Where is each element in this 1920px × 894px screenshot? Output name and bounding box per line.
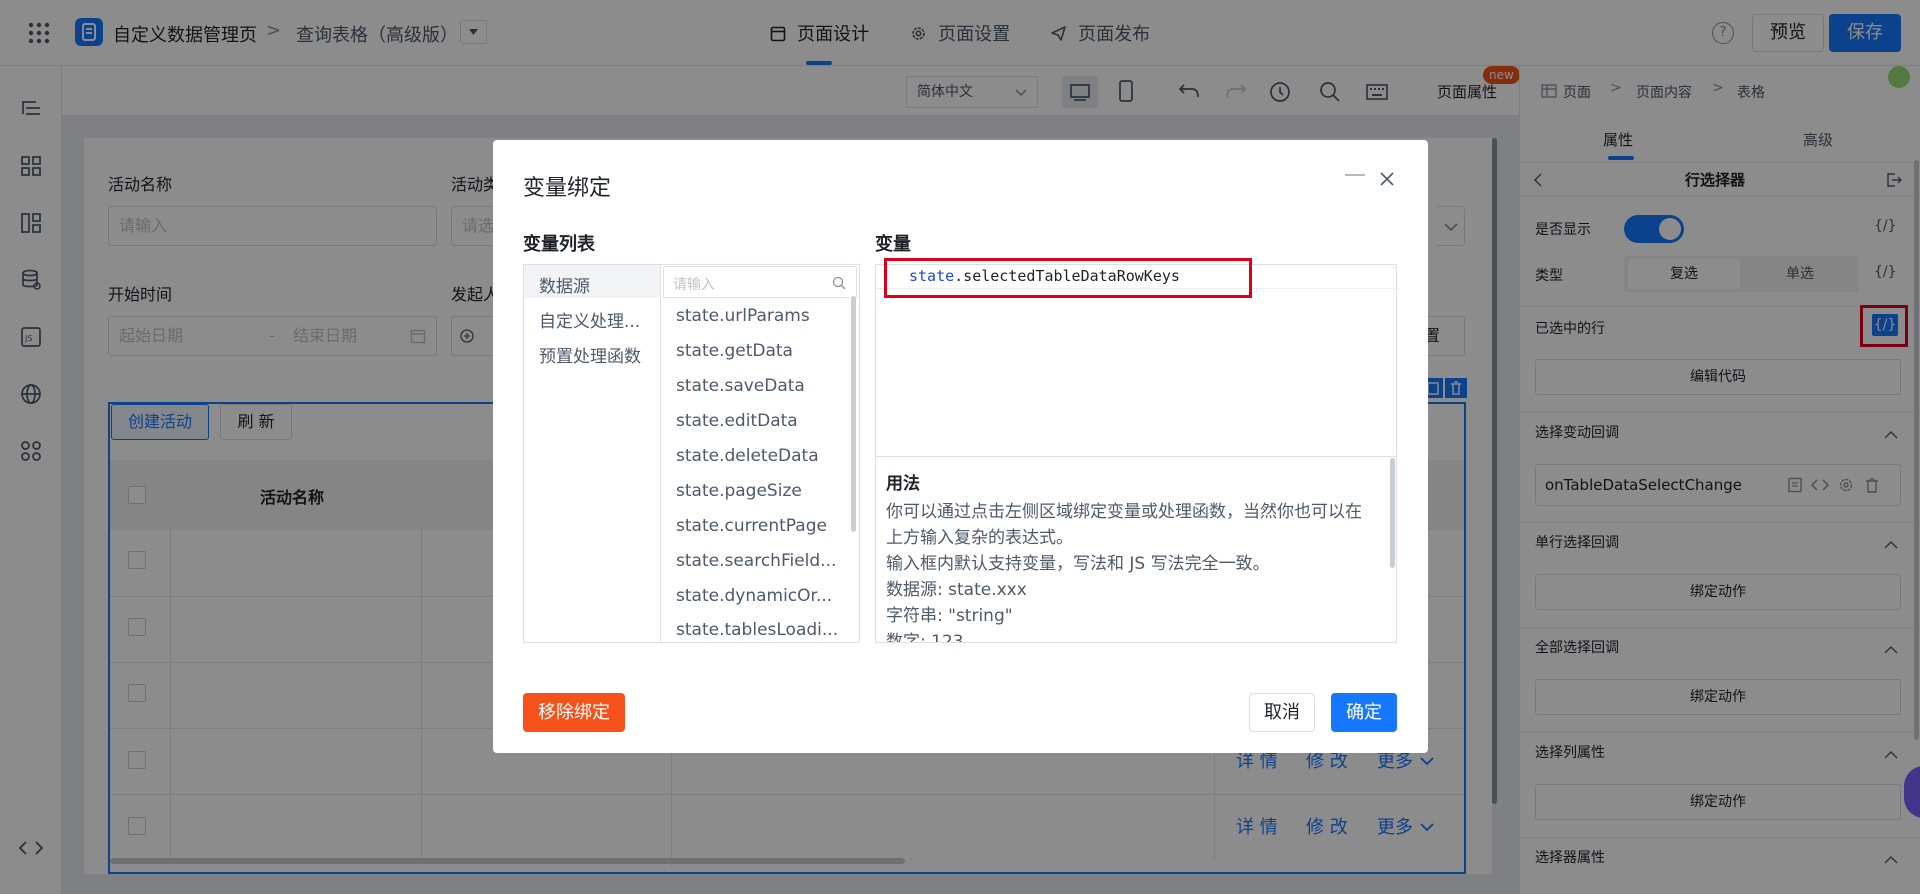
variable-item[interactable]: state.tablesLoadi... [676, 620, 838, 640]
variable-label: 变量 [875, 234, 911, 255]
variable-item[interactable]: state.urlParams [676, 306, 810, 326]
expression-property: .selectedTableDataRowKeys [954, 267, 1180, 285]
confirm-button[interactable]: 确定 [1331, 693, 1397, 732]
variable-item[interactable]: state.currentPage [676, 516, 827, 536]
category-column-divider [660, 265, 661, 642]
usage-line: 上方输入复杂的表达式。 [886, 528, 1073, 548]
variable-list-clip: state.tablesLoadi... [661, 616, 851, 642]
minimize-icon[interactable] [1344, 166, 1366, 185]
variable-search-input[interactable]: 请输入 [663, 266, 857, 298]
expression-keyword: state [909, 267, 955, 285]
search-icon [832, 276, 846, 290]
dialog-title: 变量绑定 [523, 176, 612, 201]
variable-item[interactable]: state.saveData [676, 376, 805, 396]
remove-binding-button[interactable]: 移除绑定 [523, 693, 625, 732]
editor-gutter-line [1393, 265, 1394, 455]
category-item[interactable]: 数据源 [539, 272, 590, 297]
usage-line: 输入框内默认支持变量，写法和 JS 写法完全一致。 [886, 554, 1270, 574]
variable-list-label: 变量列表 [523, 234, 595, 255]
close-icon[interactable] [1379, 171, 1395, 191]
usage-title: 用法 [886, 474, 920, 494]
usage-line: 你可以通过点击左侧区域绑定变量或处理函数，当然你也可以在 [886, 502, 1362, 522]
usage-scrollbar[interactable] [1390, 458, 1395, 568]
usage-line: 字符串: "string" [886, 606, 1013, 626]
variable-list-scrollbar[interactable] [851, 296, 856, 532]
usage-line: 数据源: state.xxx [886, 580, 1027, 600]
expression-text[interactable]: state.selectedTableDataRowKeys [909, 267, 1180, 285]
variable-item[interactable]: state.searchField... [676, 551, 836, 571]
variable-item[interactable]: state.pageSize [676, 481, 802, 501]
variable-item[interactable]: state.editData [676, 411, 798, 431]
usage-line: 数字: 123 [886, 632, 964, 642]
category-item[interactable]: 自定义处理... [539, 307, 640, 332]
cancel-button[interactable]: 取消 [1249, 693, 1315, 732]
variable-item[interactable]: state.dynamicOr... [676, 586, 832, 606]
category-item[interactable]: 预置处理函数 [539, 342, 641, 367]
variable-item[interactable]: state.getData [676, 341, 793, 361]
usage-help-box: 用法 你可以通过点击左侧区域绑定变量或处理函数，当然你也可以在 上方输入复杂的表… [876, 456, 1396, 642]
variable-item[interactable]: state.deleteData [676, 446, 819, 466]
